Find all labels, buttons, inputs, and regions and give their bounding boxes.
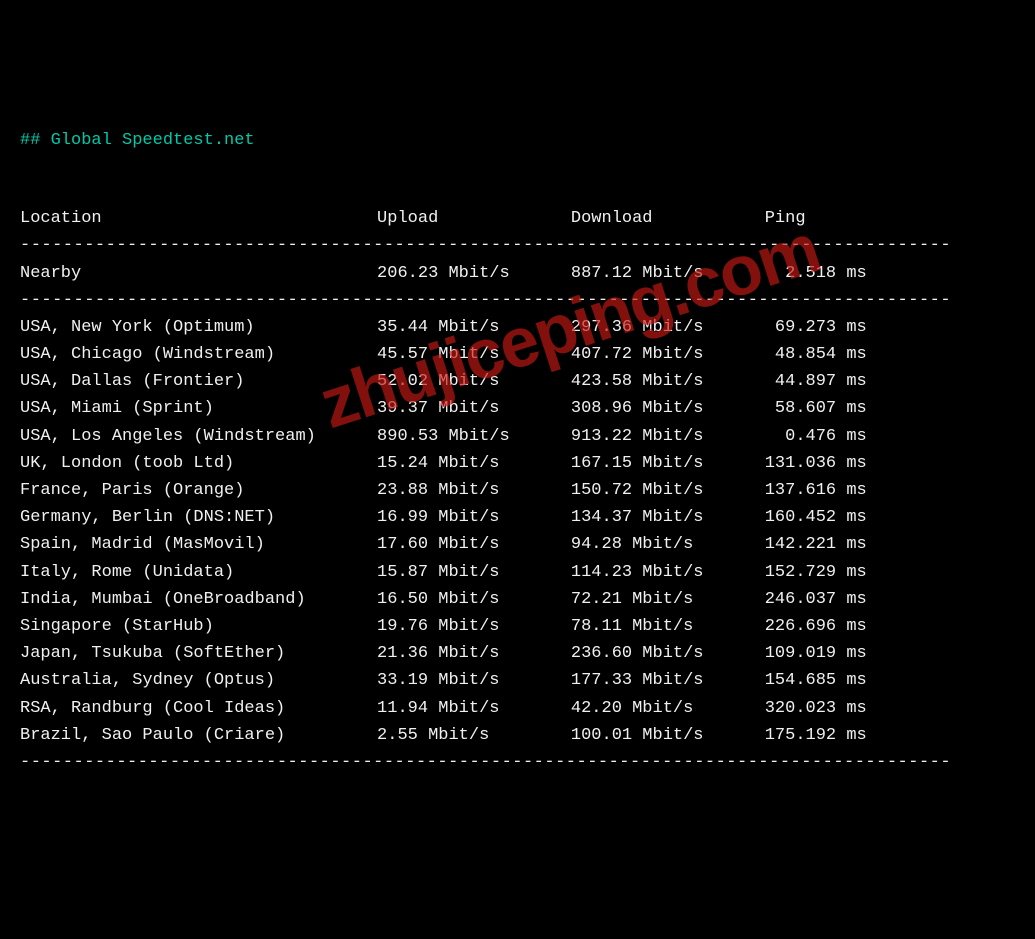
table-row: Japan, Tsukuba (SoftEther) 21.36 Mbit/s … (20, 640, 1015, 667)
table-row: USA, Dallas (Frontier) 52.02 Mbit/s 423.… (20, 368, 1015, 395)
divider-line: ----------------------------------------… (20, 749, 1015, 776)
table-row: USA, New York (Optimum) 35.44 Mbit/s 297… (20, 314, 1015, 341)
table-row: USA, Los Angeles (Windstream) 890.53 Mbi… (20, 423, 1015, 450)
table-row: Germany, Berlin (DNS:NET) 16.99 Mbit/s 1… (20, 504, 1015, 531)
table-row: India, Mumbai (OneBroadband) 16.50 Mbit/… (20, 586, 1015, 613)
table-header-row: Location Upload Download Ping (20, 205, 1015, 232)
table-row: Singapore (StarHub) 19.76 Mbit/s 78.11 M… (20, 613, 1015, 640)
speedtest-table: Location Upload Download Ping-----------… (20, 205, 1015, 776)
table-row: USA, Chicago (Windstream) 45.57 Mbit/s 4… (20, 341, 1015, 368)
table-row: Nearby 206.23 Mbit/s 887.12 Mbit/s 2.518… (20, 260, 1015, 287)
table-row: Spain, Madrid (MasMovil) 17.60 Mbit/s 94… (20, 531, 1015, 558)
divider-line: ----------------------------------------… (20, 232, 1015, 259)
table-row: Australia, Sydney (Optus) 33.19 Mbit/s 1… (20, 667, 1015, 694)
table-row: RSA, Randburg (Cool Ideas) 11.94 Mbit/s … (20, 695, 1015, 722)
section-title: ## Global Speedtest.net (20, 127, 1015, 154)
table-row: UK, London (toob Ltd) 15.24 Mbit/s 167.1… (20, 450, 1015, 477)
table-row: Brazil, Sao Paulo (Criare) 2.55 Mbit/s 1… (20, 722, 1015, 749)
table-row: Italy, Rome (Unidata) 15.87 Mbit/s 114.2… (20, 559, 1015, 586)
divider-line: ----------------------------------------… (20, 287, 1015, 314)
table-row: France, Paris (Orange) 23.88 Mbit/s 150.… (20, 477, 1015, 504)
table-row: USA, Miami (Sprint) 39.37 Mbit/s 308.96 … (20, 395, 1015, 422)
